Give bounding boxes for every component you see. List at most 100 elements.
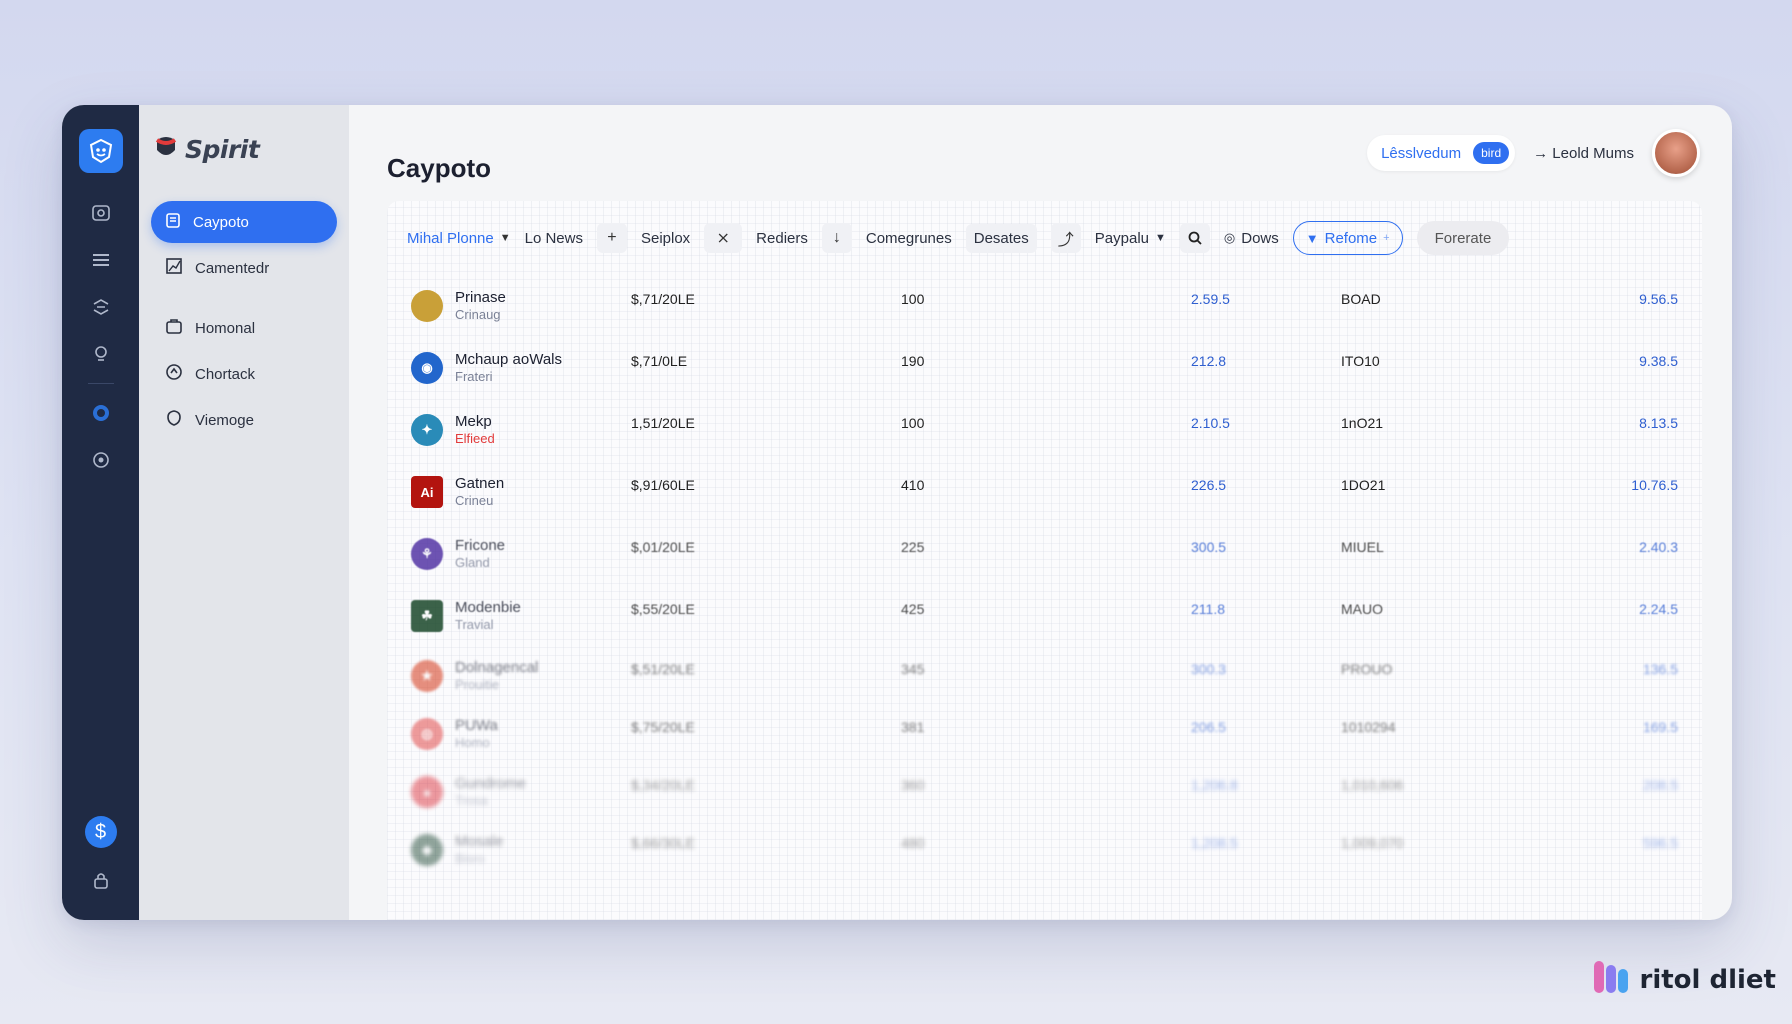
chevron-down-icon: ▼ (499, 232, 511, 244)
chart-line-icon[interactable]: ⨯ (704, 223, 743, 253)
value-cell: 2.24.5 (1639, 601, 1678, 617)
add-icon[interactable]: + (596, 223, 627, 253)
swap-icon[interactable] (83, 289, 119, 325)
lightbulb-icon[interactable] (83, 336, 119, 372)
main-content: Caypoto Lêsslvedum bird → Leold Mums Mih… (349, 105, 1732, 920)
tab-news[interactable]: Lo News (525, 230, 583, 247)
asset-sub: Elfieed (455, 431, 495, 446)
arrow-down-icon[interactable]: ↓ (821, 223, 852, 253)
sort-icon[interactable]: ⤴ (1050, 223, 1081, 253)
asset-name: Dolnagencal (455, 659, 539, 676)
sidebar-item-camentedr[interactable]: Camentedr (151, 247, 337, 289)
asset-name: Mekp (455, 413, 492, 430)
value-cell: 169.5 (1642, 719, 1678, 735)
change-cell: 2.10.5 (1191, 415, 1230, 431)
search-pill[interactable]: Lêsslvedum bird (1367, 135, 1516, 171)
filter-dropdown[interactable]: Mihal Plonne ▼ (407, 230, 511, 247)
table-row[interactable]: ● Gundrome Trosa $,34/20LE 360 1,206.8 1… (411, 763, 1678, 821)
target-icon[interactable] (83, 395, 119, 431)
asset-name: Mosale (455, 833, 504, 850)
change-cell: 226.5 (1191, 477, 1227, 493)
table-row[interactable]: ◎ PUWa Homo $,75/20LE 381 206.5 1010294 … (411, 705, 1678, 763)
qty-cell: 345 (901, 661, 925, 677)
asset-name: Mchaup aoWals (455, 351, 562, 368)
sidebar-item-caypoto[interactable]: Caypoto (151, 201, 337, 243)
coin-icon (411, 290, 443, 322)
asset-sub: Trosa (455, 793, 488, 808)
coin-icon: ◉ (411, 352, 443, 384)
dows-button[interactable]: ◎ Dows (1224, 230, 1279, 247)
asset-sub: Frateri (455, 369, 493, 384)
app-logo-icon[interactable] (78, 129, 123, 173)
paypaly-dropdown[interactable]: Paypalu ▼ (1095, 230, 1166, 247)
asset-cell: ● Gundrome Trosa (411, 775, 631, 809)
tab-seiplox[interactable]: Seiplox (641, 230, 690, 247)
value-cell: 2.40.3 (1639, 539, 1678, 555)
topbar: Caypoto Lêsslvedum bird → Leold Mums (387, 105, 1702, 215)
dollar-icon[interactable]: $ (84, 816, 117, 848)
qty-cell: 410 (901, 477, 925, 493)
code-cell: 1,010,606 (1341, 777, 1404, 793)
icon-rail: $ (62, 105, 139, 920)
asset-cell: Prinase Crinaug (411, 289, 631, 323)
table-toolbar: Mihal Plonne ▼ Lo News + Seiplox ⨯ Redie… (387, 201, 1702, 275)
value-cell: 10.76.5 (1631, 477, 1678, 493)
asset-cell: ☘ Modenbie Travial (411, 599, 631, 633)
asset-sub: Homo (455, 735, 490, 750)
qty-cell: 425 (901, 601, 925, 617)
price-cell: $,55/20LE (631, 601, 695, 617)
coin-icon: ● (411, 776, 443, 808)
table-row[interactable]: Prinase Crinaug $,71/20LE 100 2.59.5 BOA… (411, 275, 1678, 337)
change-cell: 211.8 (1191, 601, 1225, 617)
asset-name: PUWa (455, 717, 498, 734)
qty-cell: 100 (901, 291, 925, 307)
table-row[interactable]: ✦ Mekp Elfieed 1,51/20LE 100 2.10.5 1nO2… (411, 399, 1678, 461)
change-cell: 1,208.5 (1191, 835, 1238, 851)
price-cell: $,91/60LE (631, 477, 695, 493)
sidebar-item-label: Homonal (195, 319, 256, 337)
asset-cell: ◆ Mosale Bisro (411, 833, 631, 867)
filter-icon: ▼ (1305, 230, 1319, 246)
avatar[interactable] (1652, 129, 1700, 177)
dows-label: Dows (1241, 229, 1279, 247)
code-cell: ITO10 (1341, 353, 1380, 369)
arrow-right-icon: → (1533, 144, 1549, 162)
sidebar-item-viemoge[interactable]: Viemoge (151, 399, 337, 441)
asset-cell: ◉ Mchaup aoWals Frateri (411, 351, 631, 385)
settings-icon[interactable] (83, 442, 119, 478)
code-cell: MAUO (1341, 601, 1383, 617)
table-row[interactable]: ☘ Modenbie Travial $,55/20LE 425 211.8 M… (411, 585, 1678, 647)
brand[interactable]: Spirit (139, 133, 349, 165)
layers-icon[interactable] (83, 242, 119, 278)
sidebar: Spirit Caypoto Camentedr Homonal Chortac… (139, 105, 349, 920)
price-cell: $,34/20LE (631, 777, 695, 793)
sidebar-item-chortack[interactable]: Chortack (151, 353, 337, 395)
briefcase-icon (165, 317, 183, 339)
change-cell: 1,206.8 (1191, 777, 1238, 793)
tab-comegrunes[interactable]: Comegrunes (866, 230, 952, 247)
change-cell: 300.3 (1191, 661, 1227, 677)
table-row[interactable]: ◉ Mchaup aoWals Frateri $,71/‌0LE 190 21… (411, 337, 1678, 399)
price-cell: 1,51/20LE (631, 415, 695, 431)
search-icon[interactable] (1179, 223, 1210, 253)
sidebar-item-label: Caypoto (193, 213, 249, 231)
tab-rediers[interactable]: Rediers (756, 230, 808, 247)
clipboard-icon (165, 212, 181, 232)
table-row[interactable]: ★ Dolnagencal Prouitie $,51/20LE 345 300… (411, 647, 1678, 705)
forerate-button[interactable]: Forerate (1416, 221, 1510, 255)
lock-icon[interactable] (83, 862, 119, 898)
topbar-link[interactable]: → Leold Mums (1533, 145, 1634, 162)
table-row[interactable]: Ai Gatnen Crineu $,91/60LE 410 226.5 1DO… (411, 461, 1678, 523)
asset-cell: ◎ PUWa Homo (411, 717, 631, 751)
coin-icon: ★ (411, 660, 443, 692)
asset-name: Gundrome (455, 775, 526, 792)
asset-sub: Bisro (455, 851, 485, 866)
sidebar-item-homonal[interactable]: Homonal (151, 307, 337, 349)
table-row[interactable]: ◆ Mosale Bisro $,66/30LE 480 1,208.5 1,0… (411, 821, 1678, 879)
table-row[interactable]: ⚘ Fricone Gland $,01/20LE 225 300.5 MIUE… (411, 523, 1678, 585)
wallet-icon[interactable] (83, 195, 119, 231)
coin-icon: ◎ (411, 718, 443, 750)
refome-button[interactable]: ▼ Refome + (1292, 221, 1403, 255)
search-pill-badge: bird (1473, 142, 1510, 164)
tab-desates[interactable]: Desates (965, 223, 1037, 253)
